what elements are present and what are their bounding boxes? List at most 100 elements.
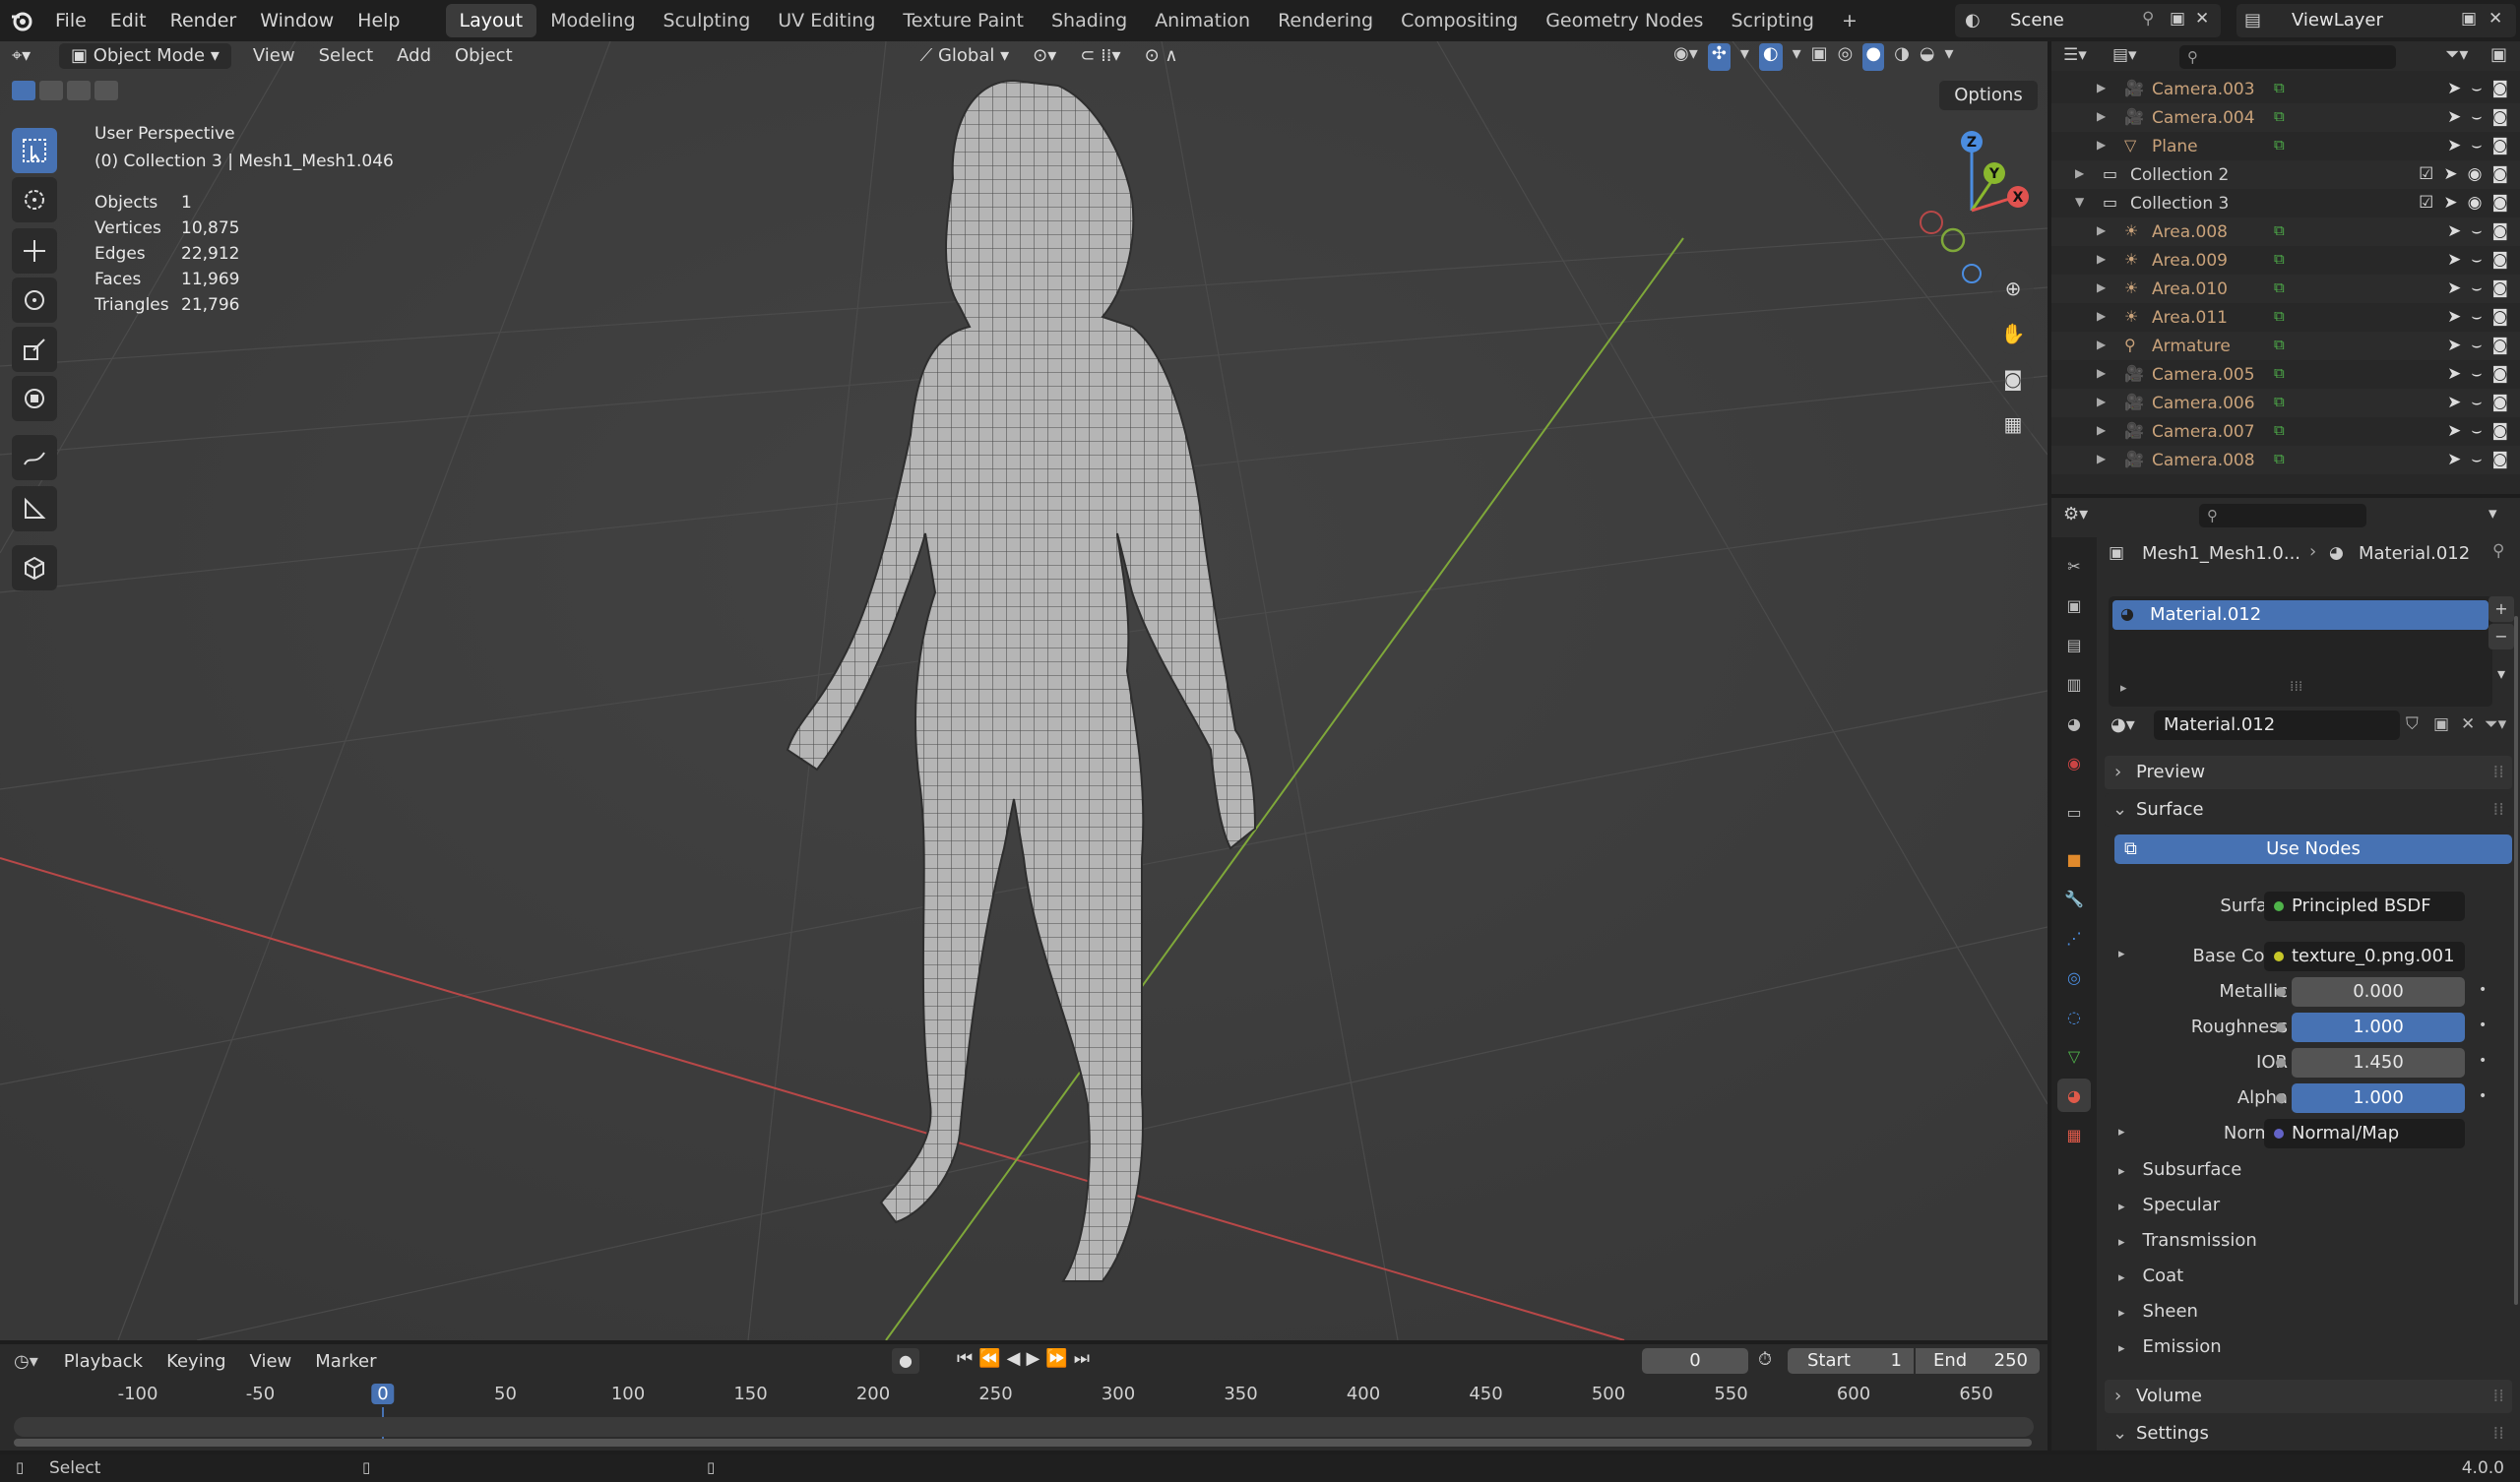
solid-shading-icon[interactable]: ● xyxy=(1862,43,1885,71)
menu-view[interactable]: View xyxy=(241,41,307,71)
visibility-eye-icon[interactable]: ⌣ xyxy=(2471,250,2482,270)
tool-tab-icon[interactable]: ✂ xyxy=(2057,549,2091,583)
disclosure-icon[interactable]: ▶ xyxy=(2097,423,2106,437)
new-collection-icon[interactable]: ▣ xyxy=(2490,44,2507,65)
menu-keying[interactable]: Keying xyxy=(155,1351,237,1372)
keyframe-dot-icon[interactable]: • xyxy=(2479,1088,2487,1104)
render-camera-icon[interactable]: ◙ xyxy=(2492,250,2509,270)
select-intersect-icon[interactable] xyxy=(94,81,118,100)
selectable-icon[interactable]: ➤ xyxy=(2447,107,2461,127)
subpanel-subsurface[interactable]: ▸ Subsurface xyxy=(2105,1159,2241,1180)
slot-specials-button[interactable]: ▾ xyxy=(2488,661,2514,687)
select-subtract-icon[interactable] xyxy=(67,81,91,100)
render-camera-icon[interactable]: ◙ xyxy=(2492,421,2509,441)
visibility-eye-icon[interactable]: ◉ xyxy=(2468,193,2483,213)
zoom-icon[interactable]: ⊕ xyxy=(1992,268,2034,309)
gizmo-toggle-icon[interactable]: ✣ xyxy=(1707,43,1731,71)
data-tab-icon[interactable]: ▽ xyxy=(2057,1039,2091,1073)
drag-handle-icon[interactable]: ⁞⁞ xyxy=(2493,793,2504,827)
camera-view-icon[interactable]: ◙ xyxy=(1992,358,2034,400)
play-icon[interactable]: ▶ xyxy=(1026,1348,1040,1369)
timeline-scrollbar[interactable] xyxy=(14,1439,2032,1447)
visibility-eye-icon[interactable]: ⌣ xyxy=(2471,221,2482,241)
visibility-eye-icon[interactable]: ⌣ xyxy=(2471,450,2482,469)
volume-panel-header[interactable]: › Volume ⁞⁞ xyxy=(2105,1380,2512,1413)
outliner-row[interactable]: ▶ 🎥 Camera.007 ⧉ ➤ ⌣ ◙ xyxy=(2051,417,2520,446)
selectable-icon[interactable]: ➤ xyxy=(2443,193,2457,213)
jump-start-icon[interactable]: ⏮ xyxy=(957,1348,973,1369)
disclosure-icon[interactable]: ▶ xyxy=(2097,366,2106,380)
mode-selector[interactable]: ▣ Object Mode ▾ xyxy=(59,43,231,69)
preview-range-icon[interactable]: ⏱ xyxy=(1758,1349,1772,1370)
tool-scale[interactable] xyxy=(12,327,57,372)
drag-handle-icon[interactable]: ⁞⁞ xyxy=(2493,1380,2504,1413)
tab-modeling[interactable]: Modeling xyxy=(536,4,649,37)
visibility-eye-icon[interactable]: ⌣ xyxy=(2471,307,2482,327)
tool-select-box[interactable] xyxy=(12,128,57,173)
selectable-icon[interactable]: ➤ xyxy=(2447,450,2461,469)
disclosure-icon[interactable]: ▶ xyxy=(2097,81,2106,94)
render-camera-icon[interactable]: ◙ xyxy=(2492,221,2509,241)
tool-move[interactable] xyxy=(12,228,57,274)
outliner-row[interactable]: ▶ ☀ Area.010 ⧉ ➤ ⌣ ◙ xyxy=(2051,275,2520,303)
visibility-eye-icon[interactable]: ⌣ xyxy=(2471,79,2482,98)
exclude-checkbox-icon[interactable]: ☑ xyxy=(2419,193,2433,213)
visibility-eye-icon[interactable]: ⌣ xyxy=(2471,107,2482,127)
menu-playback[interactable]: Playback xyxy=(52,1351,155,1372)
tool-rotate[interactable] xyxy=(12,278,57,323)
subpanel-specular[interactable]: ▸ Specular xyxy=(2105,1195,2220,1215)
tab-geometry-nodes[interactable]: Geometry Nodes xyxy=(1532,4,1717,37)
outliner-row[interactable]: ▶ ▭ Collection 2 ☑ ➤ ◉ ◙ xyxy=(2051,160,2520,189)
menu-window[interactable]: Window xyxy=(248,0,346,41)
visibility-eye-icon[interactable]: ⌣ xyxy=(2471,136,2482,155)
options-button[interactable]: Options xyxy=(1939,81,2038,110)
wireframe-shading-icon[interactable]: ◎ xyxy=(1838,43,1854,71)
perspective-grid-icon[interactable]: ▦ xyxy=(1992,403,2034,445)
select-extend-icon[interactable] xyxy=(39,81,63,100)
tab-sculpting[interactable]: Sculpting xyxy=(650,4,765,37)
tab-animation[interactable]: Animation xyxy=(1141,4,1264,37)
preview-panel-header[interactable]: › Preview ⁞⁞ xyxy=(2105,756,2512,789)
timeline-editor-icon[interactable]: ◷▾ xyxy=(0,1351,52,1372)
delete-scene-icon[interactable]: ✕ xyxy=(2195,9,2209,29)
viewlayer-selector[interactable]: ▤ ViewLayer ▣ ✕ xyxy=(2236,4,2516,37)
menu-marker[interactable]: Marker xyxy=(303,1351,388,1372)
outliner-row[interactable]: ▼ ▭ Collection 3 ☑ ➤ ◉ ◙ xyxy=(2051,189,2520,217)
material-browse-icon[interactable]: ◕▾ xyxy=(2110,714,2135,735)
pan-hand-icon[interactable]: ✋ xyxy=(1992,313,2034,354)
surface-shader-field[interactable]: Principled BSDF xyxy=(2264,892,2465,921)
material-slot[interactable]: ◕ Material.012 xyxy=(2112,600,2488,630)
tool-cursor[interactable] xyxy=(12,177,57,222)
select-mode-icons[interactable] xyxy=(12,81,150,102)
expand-icon[interactable]: ▸ xyxy=(2120,681,2127,696)
duplicate-material-icon[interactable]: ▣ xyxy=(2433,714,2449,734)
tab-layout[interactable]: Layout xyxy=(445,4,537,37)
editor-type-icon[interactable]: ⌖▾ xyxy=(0,41,59,71)
visibility-eye-icon[interactable]: ◉ xyxy=(2468,164,2483,184)
disclosure-icon[interactable]: ▶ xyxy=(2097,280,2106,294)
disclosure-icon[interactable]: ▶ xyxy=(2097,338,2106,351)
render-camera-icon[interactable]: ◙ xyxy=(2492,79,2509,98)
render-camera-icon[interactable]: ◙ xyxy=(2492,278,2509,298)
disclosure-icon[interactable]: ▶ xyxy=(2097,138,2106,152)
outliner-row[interactable]: ▶ 🎥 Camera.006 ⧉ ➤ ⌣ ◙ xyxy=(2051,389,2520,417)
new-viewlayer-icon[interactable]: ▣ xyxy=(2461,9,2477,29)
output-tab-icon[interactable]: ▤ xyxy=(2057,628,2091,661)
visibility-eye-icon[interactable]: ⌣ xyxy=(2471,364,2482,384)
timeline-track[interactable] xyxy=(14,1417,2034,1437)
selectable-icon[interactable]: ➤ xyxy=(2447,136,2461,155)
physics-tab-icon[interactable]: ◎ xyxy=(2057,960,2091,994)
exclude-checkbox-icon[interactable]: ☑ xyxy=(2419,164,2433,184)
visibility-eye-icon[interactable]: ⌣ xyxy=(2471,278,2482,298)
tab-uv-editing[interactable]: UV Editing xyxy=(764,4,889,37)
overlay-toggle-icon[interactable]: ◐ xyxy=(1758,43,1783,71)
outliner-row[interactable]: ▶ 🎥 Camera.005 ⧉ ➤ ⌣ ◙ xyxy=(2051,360,2520,389)
outliner-row[interactable]: ▶ ▽ Plane ⧉ ➤ ⌣ ◙ xyxy=(2051,132,2520,160)
settings-panel-header[interactable]: ⌄ Settings ⁞⁞ xyxy=(2105,1417,2512,1451)
disclosure-icon[interactable]: ▶ xyxy=(2097,252,2106,266)
keyframe-dot-icon[interactable]: • xyxy=(2479,982,2487,998)
new-scene-icon[interactable]: ▣ xyxy=(2170,9,2185,29)
play-reverse-icon[interactable]: ◀ xyxy=(1007,1348,1021,1369)
world-tab-icon[interactable]: ◉ xyxy=(2057,746,2091,779)
surface-panel-header[interactable]: ⌄ Surface ⁞⁞ xyxy=(2105,793,2512,827)
